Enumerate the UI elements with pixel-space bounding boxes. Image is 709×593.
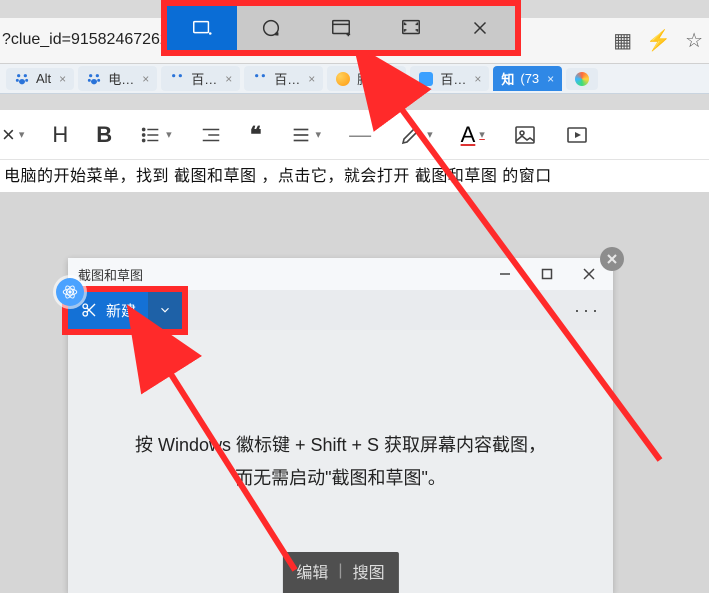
- article-body-line: 电脑的开始菜单，找到 截图和草图 ，点击它，就会打开 截图和草图 的窗口: [0, 160, 709, 192]
- browser-tab-strip: Alt × 电… × 百… × 百… × 腾… × 百… × 知 (73 ×: [0, 64, 709, 94]
- more-options-button[interactable]: ···: [574, 300, 601, 321]
- align-button[interactable]: ▾: [290, 124, 322, 146]
- list-button[interactable]: ▾: [140, 124, 172, 146]
- tab-label: 百…: [274, 69, 300, 88]
- divider-button[interactable]: —: [349, 122, 371, 148]
- tab-close-icon[interactable]: ×: [547, 72, 554, 86]
- generic-icon: [418, 71, 434, 87]
- insert-image-button[interactable]: [513, 123, 537, 147]
- window-control-buttons: [485, 260, 609, 288]
- tab-item[interactable]: 知 (73 ×: [493, 66, 562, 91]
- favorite-star-icon[interactable]: ☆: [685, 28, 703, 53]
- rich-text-toolbar: ×▾ H B ▾ ❝ ▾ — ▾ A▾: [0, 110, 709, 160]
- tab-close-icon[interactable]: ×: [308, 72, 315, 86]
- window-snip-button[interactable]: [306, 6, 376, 50]
- minimize-button[interactable]: [485, 260, 525, 288]
- bold-button[interactable]: B: [96, 122, 112, 148]
- text-color-button[interactable]: A▾: [461, 122, 485, 148]
- window-title: 截图和草图: [78, 265, 143, 284]
- tab-item[interactable]: Alt ×: [6, 68, 74, 90]
- baidu-paw-icon: [14, 71, 30, 87]
- insert-video-button[interactable]: [565, 123, 589, 147]
- tab-item[interactable]: 百… ×: [161, 66, 240, 91]
- baidu-paw-icon: [252, 71, 268, 87]
- edit-action[interactable]: 编辑: [296, 559, 328, 583]
- close-snip-button[interactable]: [445, 6, 515, 50]
- new-snip-dropdown[interactable]: [148, 292, 182, 329]
- baidu-paw-icon: [169, 71, 185, 87]
- new-snip-split-button[interactable]: 新建: [68, 292, 182, 329]
- tip-line-2: 而无需启动"截图和草图"。: [235, 468, 446, 488]
- search-image-action[interactable]: 搜图: [353, 559, 385, 583]
- bolt-icon[interactable]: ⚡: [646, 28, 671, 53]
- qr-icon[interactable]: ▦: [613, 28, 632, 53]
- tab-label: (73: [520, 71, 539, 86]
- tab-close-icon[interactable]: ×: [225, 72, 232, 86]
- window-title-bar[interactable]: 截图和草图: [68, 258, 613, 290]
- tab-close-icon[interactable]: ×: [59, 72, 66, 86]
- tab-item[interactable]: [566, 68, 598, 90]
- tab-label: 电…: [108, 69, 134, 88]
- edit-search-pill: 编辑 | 搜图: [282, 552, 398, 593]
- tab-item[interactable]: 百… ×: [244, 66, 323, 91]
- url-fragment-text: ?clue_id=91582467262: [2, 31, 169, 49]
- maximize-button[interactable]: [527, 260, 567, 288]
- indent-button[interactable]: [200, 124, 222, 146]
- tab-close-icon[interactable]: ×: [142, 72, 149, 86]
- tab-label: 百…: [191, 69, 217, 88]
- atom-badge-icon: [56, 278, 84, 306]
- rainbow-icon: [574, 71, 590, 87]
- tip-text: 按 Windows 徽标键 + Shift + S 获取屏幕内容截图， 而无需启…: [135, 429, 546, 494]
- tab-label: 百…: [440, 69, 466, 88]
- snip-command-bar: 新建 ···: [68, 290, 613, 330]
- chevron-down-icon: [158, 303, 172, 317]
- tab-item[interactable]: 电… ×: [78, 66, 157, 91]
- heading-button[interactable]: H: [52, 122, 68, 148]
- baidu-paw-icon: [86, 71, 102, 87]
- new-snip-label: 新建: [106, 300, 136, 321]
- fullscreen-snip-button[interactable]: [376, 6, 446, 50]
- rectangle-snip-button[interactable]: [167, 6, 237, 50]
- tab-item[interactable]: 百… ×: [410, 66, 489, 91]
- freeform-snip-button[interactable]: [237, 6, 307, 50]
- overlay-close-icon[interactable]: [600, 247, 624, 271]
- zhihu-label: 知: [501, 69, 514, 88]
- tab-label: Alt: [36, 71, 51, 86]
- browser-extensions-area: ▦ ⚡ ☆: [613, 28, 703, 53]
- clear-format-button[interactable]: ×▾: [2, 122, 24, 148]
- snip-empty-state: 按 Windows 徽标键 + Shift + S 获取屏幕内容截图， 而无需启…: [68, 330, 613, 593]
- pill-divider: |: [338, 562, 342, 580]
- tab-label: 腾…: [357, 69, 383, 88]
- tip-line-1: 按 Windows 徽标键 + Shift + S 获取屏幕内容截图，: [135, 435, 546, 455]
- tab-close-icon[interactable]: ×: [391, 72, 398, 86]
- tencent-icon: [335, 71, 351, 87]
- tab-close-icon[interactable]: ×: [474, 72, 481, 86]
- highlight-button[interactable]: ▾: [399, 123, 433, 147]
- scissors-icon: [80, 301, 98, 319]
- tab-item[interactable]: 腾… ×: [327, 66, 406, 91]
- snip-mode-toolbar: [161, 0, 521, 56]
- quote-button[interactable]: ❝: [250, 122, 262, 148]
- snip-and-sketch-window: 截图和草图 新建 ··· 按 Windows 徽标键: [68, 258, 613, 593]
